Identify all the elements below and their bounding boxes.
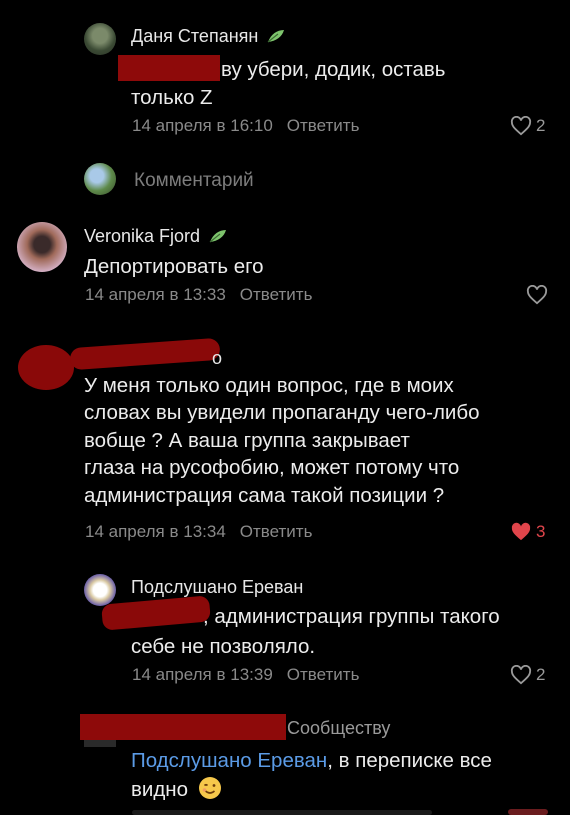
comment-text-line: У меня только один вопрос, где в моих bbox=[84, 374, 454, 397]
comment-meta: 14 апреля в 16:10 Ответить bbox=[132, 116, 359, 136]
comment-date: 14 апреля в 16:10 bbox=[132, 116, 273, 135]
leaf-icon bbox=[267, 30, 285, 43]
comment-text: ву убери, додик, оставь bbox=[221, 58, 446, 81]
comment-input[interactable]: Комментарий bbox=[134, 170, 254, 192]
comment-text: себе не позволяло. bbox=[131, 635, 316, 658]
comment-text-line: вобще ? А ваша группа закрывает bbox=[84, 429, 410, 452]
redaction-mark bbox=[18, 345, 74, 390]
like-count: 3 bbox=[536, 522, 546, 541]
comment-meta: 14 апреля в 13:33 Ответить bbox=[85, 285, 312, 305]
avatar[interactable] bbox=[84, 574, 116, 606]
comment-author[interactable]: Подслушано Ереван bbox=[131, 577, 303, 598]
heart-outline-icon bbox=[510, 116, 532, 136]
like-button[interactable] bbox=[526, 285, 548, 305]
heart-outline-icon bbox=[510, 665, 532, 685]
mention-link[interactable]: Подслушано Ереван bbox=[131, 749, 327, 772]
redaction-mark bbox=[118, 55, 220, 81]
like-button[interactable]: 2 bbox=[510, 116, 545, 136]
comment-author[interactable]: Сообществу bbox=[287, 718, 390, 739]
comment-text-line: видно bbox=[131, 778, 189, 801]
reply-button[interactable]: Ответить bbox=[287, 116, 360, 135]
comment-meta: 14 апреля в 13:34 Ответить bbox=[85, 522, 312, 542]
comment-text: видно bbox=[131, 776, 222, 803]
comment-author[interactable]: Veronika Fjord bbox=[84, 226, 228, 247]
heart-filled-icon bbox=[511, 522, 531, 541]
comment-text: , администрация группы такого bbox=[203, 605, 500, 628]
like-count: 2 bbox=[536, 116, 546, 135]
redaction-mark bbox=[80, 714, 286, 740]
reply-button[interactable]: Ответить bbox=[240, 285, 313, 304]
clipped-like-row bbox=[508, 809, 548, 815]
reply-button[interactable]: Ответить bbox=[287, 665, 360, 684]
comment-text-line: глаза на русофобию, может потому что bbox=[84, 456, 460, 479]
wink-emoji-icon bbox=[198, 777, 221, 799]
like-button[interactable]: 3 bbox=[510, 522, 545, 542]
comment-date: 14 апреля в 13:39 bbox=[132, 665, 273, 684]
comment-text-line: администрация сама такой позиции ? bbox=[84, 484, 445, 507]
comment-date: 14 апреля в 13:33 bbox=[85, 285, 226, 304]
comment-text: Депортировать его bbox=[84, 255, 264, 278]
comment-text-line: словах вы увидели пропаганду чего-либо bbox=[84, 401, 480, 424]
comment-meta: 14 апреля в 13:39 Ответить bbox=[132, 665, 359, 685]
comment-author[interactable]: Даня Степанян bbox=[131, 26, 286, 47]
comment-text-rest: , в переписке все bbox=[327, 749, 492, 772]
comment-date: 14 апреля в 13:34 bbox=[85, 522, 226, 541]
like-count: 2 bbox=[536, 665, 546, 684]
like-button[interactable]: 2 bbox=[510, 665, 545, 685]
avatar[interactable] bbox=[17, 222, 67, 272]
leaf-icon bbox=[209, 230, 227, 243]
redaction-mark bbox=[101, 595, 211, 631]
clipped-meta-row bbox=[132, 810, 432, 815]
comment-text: Подслушано Ереван, в переписке все bbox=[131, 747, 492, 774]
avatar bbox=[84, 163, 116, 195]
reply-button[interactable]: Ответить bbox=[240, 522, 313, 541]
comment-text: только Z bbox=[131, 86, 213, 109]
heart-outline-icon bbox=[526, 285, 548, 305]
comment-author[interactable]: о bbox=[212, 348, 222, 369]
redaction-mark bbox=[69, 337, 221, 371]
avatar[interactable] bbox=[84, 23, 116, 55]
